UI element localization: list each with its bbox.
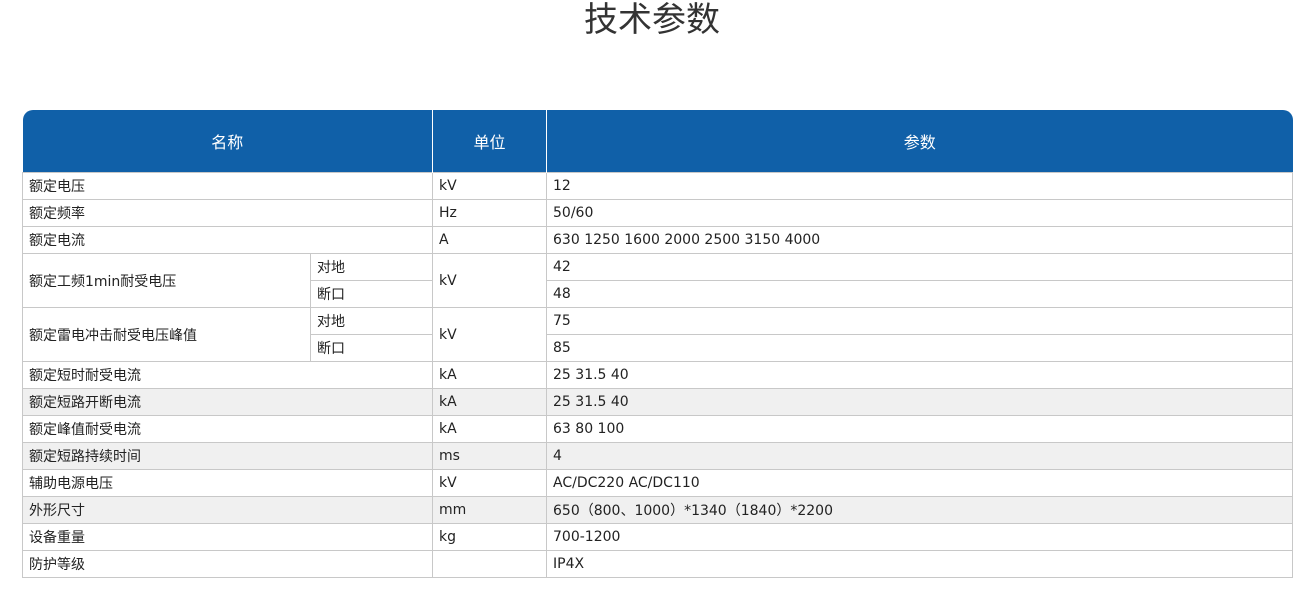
row-unit: kA <box>432 361 548 389</box>
row-value: 50/60 <box>546 199 1294 227</box>
row-value: 4 <box>546 442 1294 470</box>
table-row: 防护等级 IP4X <box>21 550 1294 578</box>
row-name: 额定峰值耐受电流 <box>21 415 434 443</box>
row-name: 额定电流 <box>21 226 434 254</box>
row-sub-label: 对地 <box>309 307 434 335</box>
row-value: AC/DC220 AC/DC110 <box>546 469 1294 497</box>
table-row: 额定短路开断电流 kA 25 31.5 40 <box>21 388 1294 416</box>
row-name: 防护等级 <box>21 550 434 578</box>
row-value: IP4X <box>546 550 1294 578</box>
row-sub-label: 断口 <box>309 280 434 308</box>
row-value: 630 1250 1600 2000 2500 3150 4000 <box>546 226 1294 254</box>
row-name: 额定频率 <box>21 199 434 227</box>
header-params: 参数 <box>546 110 1293 173</box>
header-unit: 单位 <box>432 110 548 173</box>
row-name: 设备重量 <box>21 523 434 551</box>
row-unit: kV <box>432 469 548 497</box>
row-name: 外形尺寸 <box>21 496 434 524</box>
row-value: 63 80 100 <box>546 415 1294 443</box>
row-unit <box>432 550 548 578</box>
row-value: 42 <box>546 253 1294 281</box>
table-row: 辅助电源电压 kV AC/DC220 AC/DC110 <box>21 469 1294 497</box>
table-row: 额定短路持续时间 ms 4 <box>21 442 1294 470</box>
row-value: 25 31.5 40 <box>546 361 1294 389</box>
row-sub-label: 对地 <box>309 253 434 281</box>
table-header-row: 名称 单位 参数 <box>22 110 1293 173</box>
table-row: 额定雷电冲击耐受电压峰值 对地 kV 75 <box>22 307 1294 362</box>
row-unit: ms <box>432 442 548 470</box>
row-name: 额定工频1min耐受电压 <box>22 253 311 308</box>
row-value: 25 31.5 40 <box>546 388 1294 416</box>
row-value: 650（800、1000）*1340（1840）*2200 <box>546 496 1294 524</box>
row-unit: kV <box>432 253 548 308</box>
table-row: 额定电压 kV 12 <box>21 172 1294 200</box>
row-name: 额定短路开断电流 <box>21 388 434 416</box>
row-value: 75 <box>546 307 1294 335</box>
table-row: 外形尺寸 mm 650（800、1000）*1340（1840）*2200 <box>21 496 1294 524</box>
row-unit: kA <box>432 415 548 443</box>
row-value: 85 <box>546 334 1294 362</box>
table-row: 额定短时耐受电流 kA 25 31.5 40 <box>21 361 1294 389</box>
spec-table-container: 名称 单位 参数 额定电压 kV 12 额定频率 Hz 50/60 额定电流 A… <box>21 110 1294 578</box>
table-row: 设备重量 kg 700-1200 <box>21 523 1294 551</box>
row-unit: kV <box>432 172 548 200</box>
row-unit: kA <box>432 388 548 416</box>
page-title: 技术参数 <box>584 0 720 40</box>
row-sub-label: 断口 <box>309 334 434 362</box>
row-value: 48 <box>546 280 1294 308</box>
row-name: 额定短路持续时间 <box>21 442 434 470</box>
row-unit: mm <box>432 496 548 524</box>
row-value: 700-1200 <box>546 523 1294 551</box>
spec-table: 名称 单位 参数 额定电压 kV 12 额定频率 Hz 50/60 额定电流 A… <box>21 110 1294 578</box>
row-name: 额定雷电冲击耐受电压峰值 <box>22 307 311 362</box>
table-row: 额定电流 A 630 1250 1600 2000 2500 3150 4000 <box>21 226 1294 254</box>
row-unit: A <box>432 226 548 254</box>
row-value: 12 <box>546 172 1294 200</box>
row-name: 额定短时耐受电流 <box>21 361 434 389</box>
table-row: 额定工频1min耐受电压 对地 kV 42 <box>22 253 1294 308</box>
header-name: 名称 <box>22 110 434 173</box>
row-name: 额定电压 <box>21 172 434 200</box>
row-unit: kg <box>432 523 548 551</box>
row-name: 辅助电源电压 <box>21 469 434 497</box>
table-row: 额定频率 Hz 50/60 <box>21 199 1294 227</box>
row-unit: kV <box>432 307 548 362</box>
table-row: 额定峰值耐受电流 kA 63 80 100 <box>21 415 1294 443</box>
row-unit: Hz <box>432 199 548 227</box>
